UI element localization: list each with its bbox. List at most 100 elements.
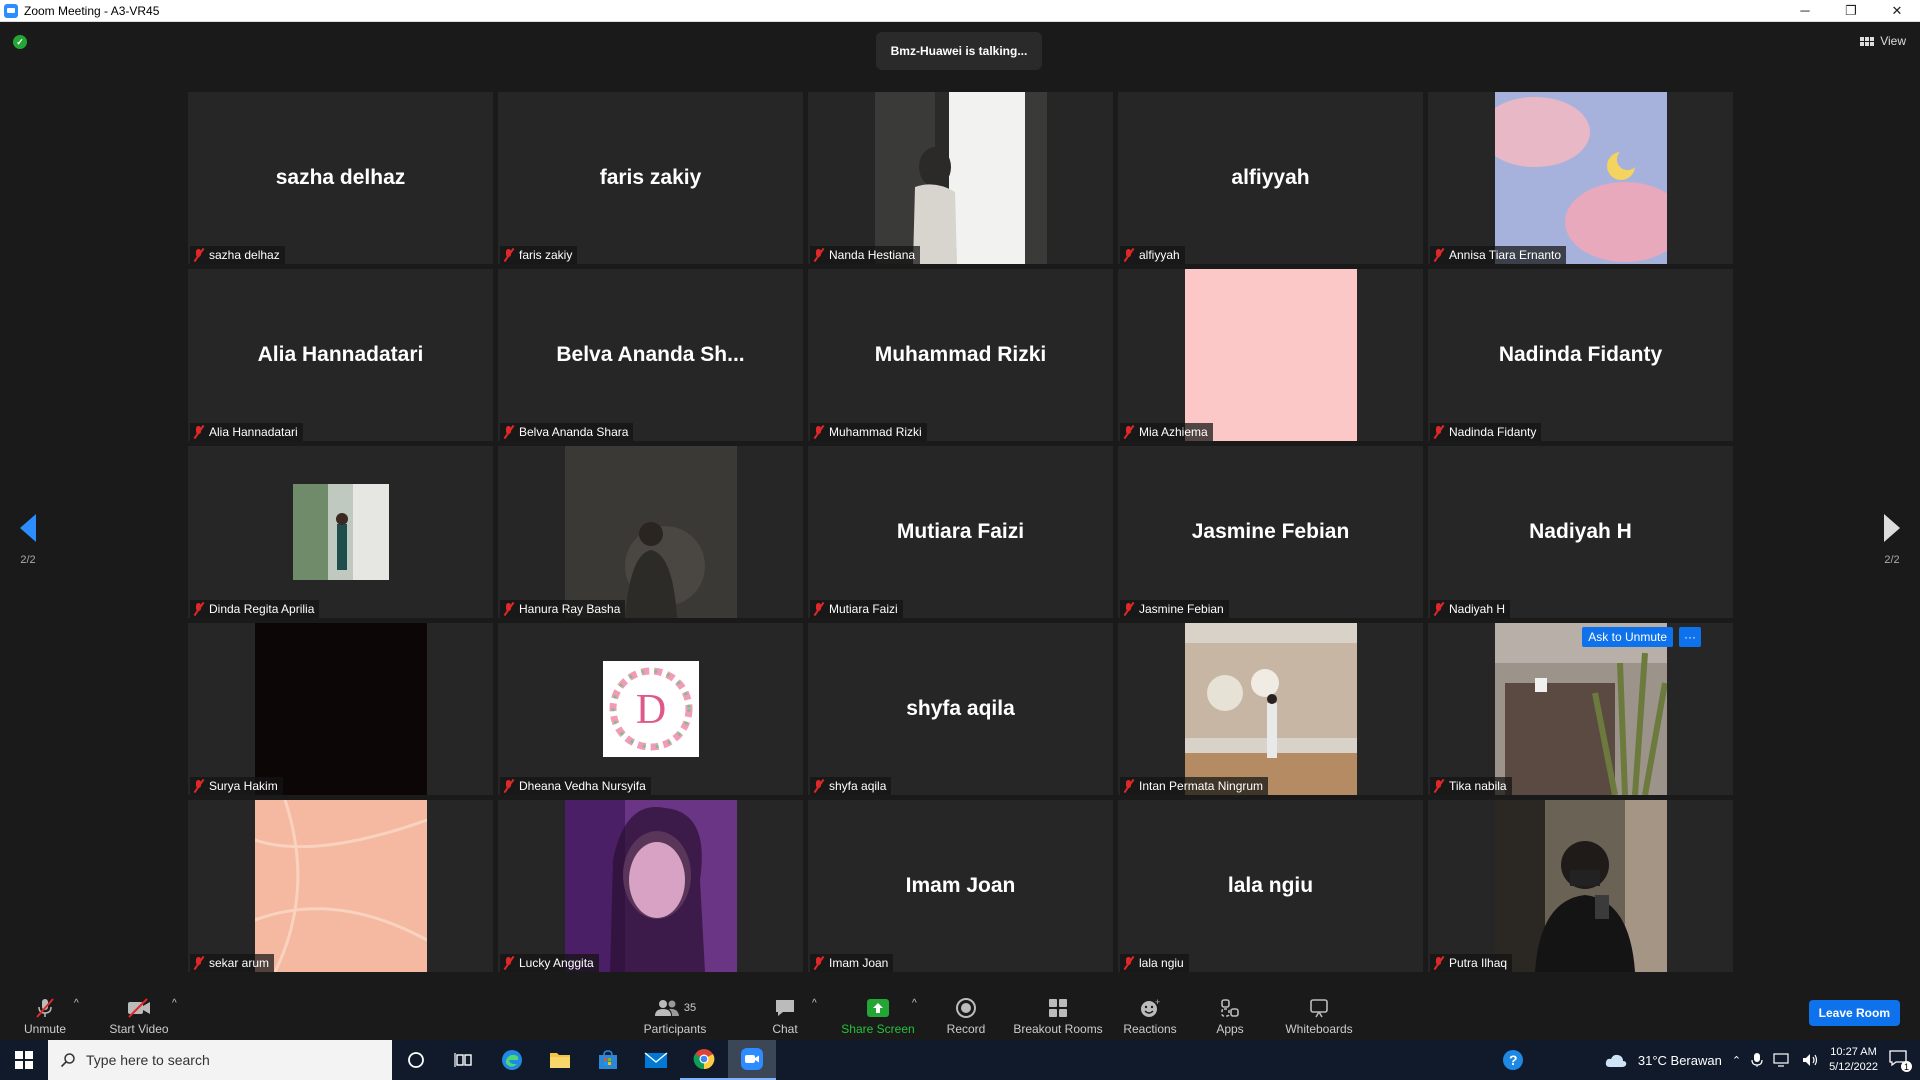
participant-tile[interactable]: sekar arum <box>188 800 493 972</box>
participant-tile[interactable]: sazha delhaz sazha delhaz <box>188 92 493 264</box>
chat-button[interactable]: Chat <box>765 990 805 1040</box>
participant-tile[interactable]: Jasmine Febian Jasmine Febian <box>1118 446 1423 618</box>
participant-tile[interactable]: lala ngiu lala ngiu <box>1118 800 1423 972</box>
participant-tile[interactable]: Putra Ilhaq <box>1428 800 1733 972</box>
store-button[interactable] <box>584 1040 632 1080</box>
zoom-taskbar-button[interactable] <box>728 1040 776 1080</box>
close-button[interactable]: ✕ <box>1874 0 1920 22</box>
participant-name: Lucky Anggita <box>519 956 594 970</box>
video-off-icon <box>126 997 152 1019</box>
participant-tile[interactable]: Annisa Tiara Ernanto <box>1428 92 1733 264</box>
participant-tile[interactable]: faris zakiy faris zakiy <box>498 92 803 264</box>
view-button[interactable]: View <box>1860 34 1906 48</box>
participant-tile[interactable]: Hanura Ray Basha <box>498 446 803 618</box>
participant-tile[interactable]: alfiyyah alfiyyah <box>1118 92 1423 264</box>
cloud-weather-icon <box>1605 1054 1627 1067</box>
audio-options-caret[interactable]: ^ <box>74 998 79 1009</box>
mic-muted-icon <box>1123 956 1135 970</box>
start-video-button[interactable]: Start Video <box>106 990 172 1040</box>
video-options-caret[interactable]: ^ <box>172 998 177 1009</box>
cortana-button[interactable] <box>392 1040 440 1080</box>
participant-name-label: Lucky Anggita <box>500 954 599 972</box>
participant-tile[interactable]: Surya Hakim <box>188 623 493 795</box>
participant-name: Tika nabila <box>1449 779 1507 793</box>
participant-tile[interactable]: Dinda Regita Aprilia <box>188 446 493 618</box>
video-frame-garden-photo <box>292 484 389 580</box>
participant-name: shyfa aqila <box>829 779 887 793</box>
mic-muted-icon <box>813 248 825 262</box>
mic-muted-icon <box>503 248 515 262</box>
microphone-tray-icon[interactable] <box>1751 1052 1763 1068</box>
participant-tile[interactable]: D Dheana Vedha Nursyifa <box>498 623 803 795</box>
notification-center-button[interactable]: 1 <box>1888 1048 1912 1072</box>
chrome-button[interactable] <box>680 1040 728 1080</box>
chat-options-caret[interactable]: ^ <box>812 998 817 1009</box>
apps-button[interactable]: Apps <box>1210 990 1250 1040</box>
breakout-rooms-button[interactable]: Breakout Rooms <box>1012 990 1104 1040</box>
help-icon[interactable]: ? <box>1502 1049 1524 1071</box>
record-icon <box>955 997 977 1019</box>
ask-to-unmute-button[interactable]: Ask to Unmute <box>1582 627 1673 647</box>
mic-muted-icon <box>1123 248 1135 262</box>
mic-muted-icon <box>503 779 515 793</box>
participant-name: Annisa Tiara Ernanto <box>1449 248 1562 262</box>
previous-page-button[interactable]: 2/2 <box>8 514 48 566</box>
participant-display-name: sazha delhaz <box>275 166 406 189</box>
participant-name-label: alfiyyah <box>1120 246 1185 264</box>
taskbar-search-input[interactable]: Type here to search <box>48 1040 392 1080</box>
participant-tile[interactable]: Nanda Hestiana <box>808 92 1113 264</box>
participant-name: Hanura Ray Basha <box>519 602 621 616</box>
participant-tile[interactable]: Mia Azhiema <box>1118 269 1423 441</box>
participant-name-label: Tika nabila <box>1430 777 1512 795</box>
participant-display-name: Nadiyah H <box>1529 520 1632 543</box>
mic-muted-icon <box>1123 425 1135 439</box>
participant-tile[interactable]: Alia Hannadatari Alia Hannadatari <box>188 269 493 441</box>
task-view-button[interactable] <box>440 1040 488 1080</box>
volume-icon[interactable] <box>1801 1052 1819 1068</box>
edge-taskbar-button[interactable] <box>488 1040 536 1080</box>
record-button[interactable]: Record <box>940 990 992 1040</box>
video-frame-museum-photo <box>1184 623 1357 795</box>
taskbar-clock[interactable]: 10:27 AM 5/12/2022 <box>1829 1045 1878 1075</box>
unmute-button[interactable]: Unmute <box>22 990 68 1040</box>
participant-name-label: Imam Joan <box>810 954 894 972</box>
participants-button[interactable]: 35 Participants <box>640 990 710 1040</box>
start-button[interactable] <box>0 1040 48 1080</box>
participant-tile[interactable]: Muhammad Rizki Muhammad Rizki <box>808 269 1113 441</box>
mic-muted-icon <box>1433 956 1445 970</box>
file-explorer-button[interactable] <box>536 1040 584 1080</box>
participant-tile[interactable]: Mutiara Faizi Mutiara Faizi <box>808 446 1113 618</box>
participant-tile[interactable]: shyfa aqila shyfa aqila <box>808 623 1113 795</box>
participant-tile[interactable]: Nadinda Fidanty Nadinda Fidanty <box>1428 269 1733 441</box>
minimize-button[interactable]: ─ <box>1782 0 1828 22</box>
participant-tile[interactable]: Intan Permata Ningrum <box>1118 623 1423 795</box>
weather-text[interactable]: 31°C Berawan <box>1638 1053 1722 1068</box>
participant-tile[interactable]: Nadiyah H Nadiyah H <box>1428 446 1733 618</box>
participant-name: alfiyyah <box>1139 248 1180 262</box>
share-options-caret[interactable]: ^ <box>912 998 917 1009</box>
participant-tile[interactable]: Tika nabila Ask to Unmute ··· <box>1428 623 1733 795</box>
view-label: View <box>1880 34 1906 48</box>
leave-room-button[interactable]: Leave Room <box>1808 1000 1900 1026</box>
participant-tile[interactable]: Imam Joan Imam Joan <box>808 800 1113 972</box>
security-shield-icon[interactable]: ✓ <box>13 35 27 49</box>
mic-muted-icon <box>1123 779 1135 793</box>
participant-tile[interactable]: Lucky Anggita <box>498 800 803 972</box>
video-frame-plant-photo <box>1494 623 1667 795</box>
reactions-button[interactable]: + Reactions <box>1120 990 1180 1040</box>
restore-button[interactable]: ❐ <box>1828 0 1874 22</box>
next-page-button[interactable]: 2/2 <box>1872 514 1912 566</box>
participant-display-name: lala ngiu <box>1227 874 1314 897</box>
mic-muted-icon <box>193 248 205 262</box>
breakout-rooms-icon <box>1047 997 1069 1019</box>
participant-name: sekar arum <box>209 956 270 970</box>
share-screen-button[interactable]: Share Screen <box>838 990 918 1040</box>
mail-button[interactable] <box>632 1040 680 1080</box>
whiteboards-button[interactable]: Whiteboards <box>1282 990 1356 1040</box>
participant-name: faris zakiy <box>519 248 573 262</box>
network-icon[interactable] <box>1773 1052 1791 1068</box>
participant-tile[interactable]: Belva Ananda Sh... Belva Ananda Shara <box>498 269 803 441</box>
participant-name: Belva Ananda Shara <box>519 425 629 439</box>
chevron-up-icon[interactable]: ⌃ <box>1732 1054 1741 1067</box>
more-options-button[interactable]: ··· <box>1679 627 1701 647</box>
